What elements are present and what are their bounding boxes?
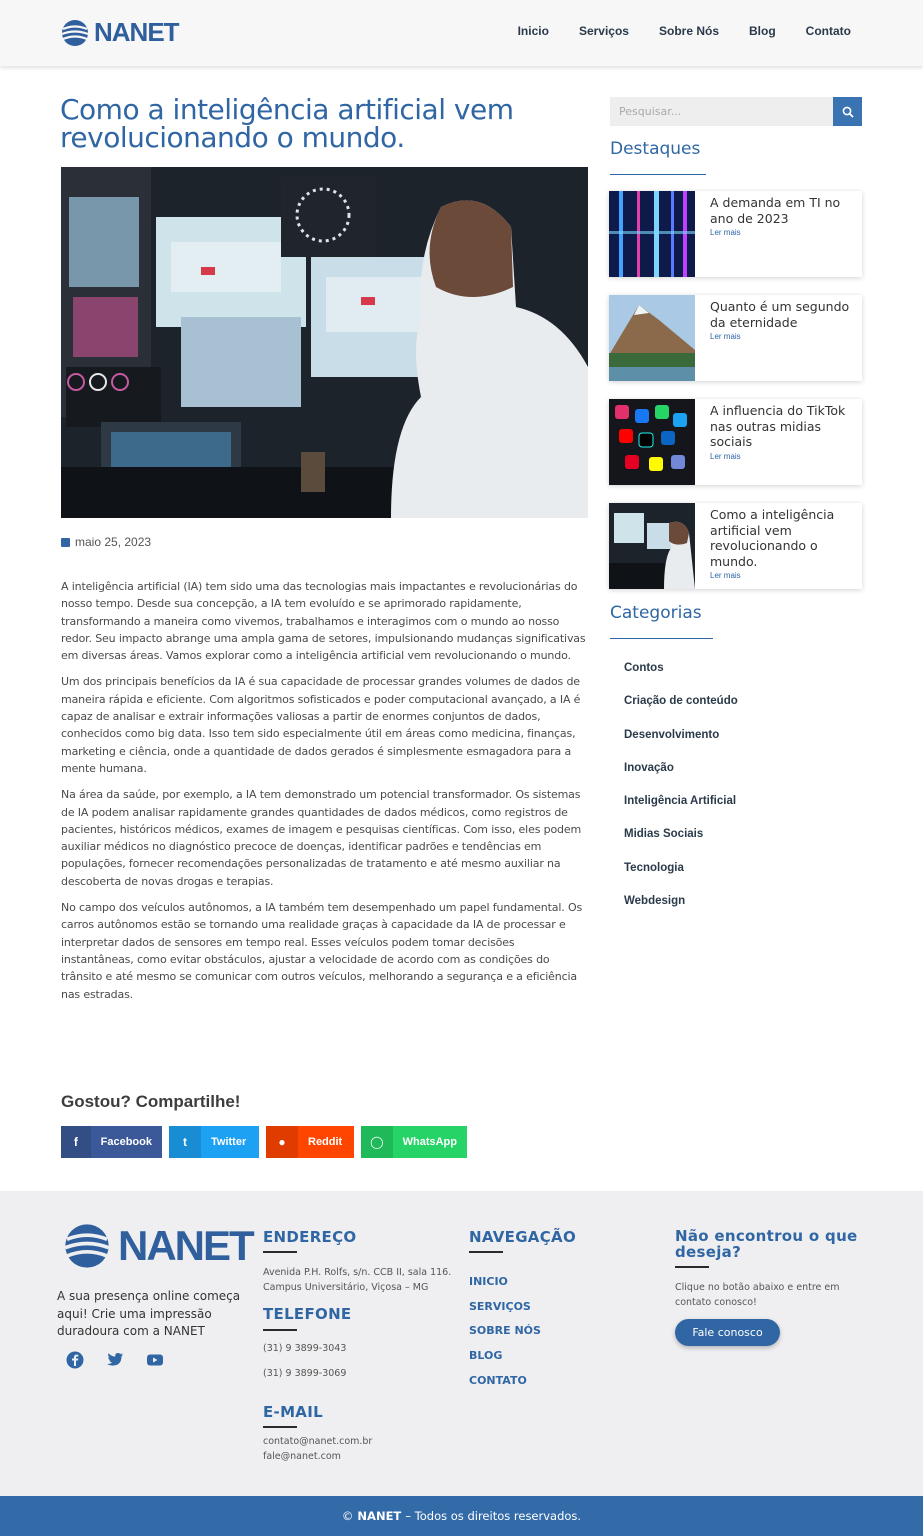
featured-heading: Destaques [610,139,701,159]
phone-heading: TELEFONE [263,1305,352,1323]
facebook-icon: f [61,1126,91,1158]
brand-logo[interactable]: NANET [60,17,180,48]
nav-link-blog[interactable]: Blog [749,24,776,38]
site-footer: NANET A sua presença online começa aqui!… [0,1191,923,1496]
email-address[interactable]: fale@nanet.com [263,1449,341,1464]
featured-title[interactable]: Como a inteligência artificial vem revol… [710,507,854,569]
copyright-bar: © NANET – Todos os direitos reservados. [0,1496,923,1536]
email-address[interactable]: contato@nanet.com.br [263,1434,372,1449]
category-link[interactable]: Tecnologia [624,862,738,895]
featured-card[interactable]: Quanto é um segundo da eternidade Ler ma… [609,295,862,381]
nav-link-sobre[interactable]: Sobre Nós [659,24,719,38]
footer-nav-link[interactable]: SERVIÇOS [469,1300,541,1325]
post-title: Como a inteligência artificial vem revol… [60,93,514,154]
calendar-icon [61,537,70,547]
search-icon [842,106,854,118]
contact-button[interactable]: Fale conosco [675,1319,780,1346]
footer-tagline: A sua presença online começa aqui! Crie … [57,1289,241,1338]
featured-card[interactable]: A demanda em TI no ano de 2023 Ler mais [609,191,862,277]
article-body: A inteligência artificial (IA) tem sido … [61,578,589,1012]
main-nav: Inicio Serviços Sobre Nós Blog Contato [518,24,851,38]
category-link[interactable]: Inteligência Artificial [624,795,738,828]
featured-title[interactable]: A demanda em TI no ano de 2023 [710,195,854,226]
post-hero-image [61,167,588,518]
category-link[interactable]: Criação de conteúdo [624,695,738,728]
social-links [66,1351,164,1369]
nav-heading: NAVEGAÇÃO [469,1228,576,1246]
youtube-icon[interactable] [146,1351,164,1369]
article-paragraph: Na área da saúde, por exemplo, a IA tem … [61,788,582,888]
divider [263,1426,297,1428]
twitter-icon[interactable] [106,1351,124,1369]
categories-list: Contos Criação de conteúdo Desenvolvimen… [624,662,738,928]
post-date-text: maio 25, 2023 [75,535,152,549]
facebook-icon[interactable] [66,1351,84,1369]
footer-nav-link[interactable]: BLOG [469,1349,541,1374]
whatsapp-icon: ◯ [361,1126,393,1158]
category-link[interactable]: Inovação [624,762,738,795]
cta-text: Clique no botão abaixo e entre em contat… [675,1282,840,1308]
article-paragraph: Um dos principais benefícios da IA é sua… [61,675,581,775]
divider [469,1251,503,1253]
search-button[interactable] [833,97,862,126]
site-header: NANET Inicio Serviços Sobre Nós Blog Con… [0,0,923,66]
phone-number[interactable]: (31) 9 3899-3069 [263,1366,346,1381]
category-link[interactable]: Webdesign [624,895,738,928]
nav-link-inicio[interactable]: Inicio [518,24,549,38]
footer-nav: INICIO SERVIÇOS SOBRE NÓS BLOG CONTATO [469,1275,541,1398]
category-link[interactable]: Contos [624,662,738,695]
featured-card[interactable]: Como a inteligência artificial vem revol… [609,503,862,589]
divider [675,1266,709,1268]
footer-nav-link[interactable]: INICIO [469,1275,541,1300]
phone-number[interactable]: (31) 9 3899-3043 [263,1341,346,1356]
featured-title[interactable]: Quanto é um segundo da eternidade [710,299,854,330]
nav-link-contato[interactable]: Contato [806,24,851,38]
share-twitter-button[interactable]: t Twitter [169,1126,259,1158]
featured-thumbnail [609,295,695,381]
nav-link-servicos[interactable]: Serviços [579,24,629,38]
read-more-link[interactable]: Ler mais [710,228,854,237]
category-link[interactable]: Midias Sociais [624,828,738,861]
article-paragraph: A inteligência artificial (IA) tem sido … [61,580,586,663]
cta-heading: Não encontrou o que deseja? [675,1227,858,1261]
search-input[interactable] [610,97,833,126]
featured-card[interactable]: A influencia do TikTok nas outras midias… [609,399,862,485]
email-heading: E-MAIL [263,1403,323,1421]
read-more-link[interactable]: Ler mais [710,332,854,341]
category-link[interactable]: Desenvolvimento [624,729,738,762]
share-buttons: f Facebook t Twitter ● Reddit ◯ WhatsApp [61,1126,467,1158]
copyright-text: – Todos os direitos reservados. [405,1509,582,1523]
divider [263,1329,297,1331]
address-text: Avenida P.H. Rolfs, s/n. CCB II, sala 11… [263,1267,452,1293]
footer-brand-name: NANET [118,1222,255,1269]
article-paragraph: No campo dos veículos autônomos, a IA ta… [61,901,583,1001]
reddit-icon: ● [266,1126,298,1158]
share-title: Gostou? Compartilhe! [61,1092,241,1111]
share-facebook-button[interactable]: f Facebook [61,1126,162,1158]
divider [610,638,713,639]
featured-thumbnail [609,503,695,589]
footer-nav-link[interactable]: SOBRE NÓS [469,1324,541,1349]
read-more-link[interactable]: Ler mais [710,571,854,580]
featured-title[interactable]: A influencia do TikTok nas outras midias… [710,403,854,450]
divider [263,1251,297,1253]
twitter-icon: t [169,1126,201,1158]
search-form [610,97,862,126]
copyright-brand: NANET [357,1509,402,1523]
copyright-symbol: © [341,1509,354,1523]
address-heading: ENDEREÇO [263,1228,357,1246]
post-date: maio 25, 2023 [61,535,151,549]
featured-thumbnail [609,399,695,485]
read-more-link[interactable]: Ler mais [710,452,854,461]
globe-icon [64,1224,110,1268]
share-whatsapp-button[interactable]: ◯ WhatsApp [361,1126,467,1158]
categories-heading: Categorias [610,603,702,623]
divider [610,174,706,175]
share-reddit-button[interactable]: ● Reddit [266,1126,354,1158]
footer-logo[interactable]: NANET [62,1221,255,1271]
globe-icon [61,19,89,46]
footer-nav-link[interactable]: CONTATO [469,1374,541,1399]
featured-thumbnail [609,191,695,277]
brand-name: NANET [94,17,180,47]
